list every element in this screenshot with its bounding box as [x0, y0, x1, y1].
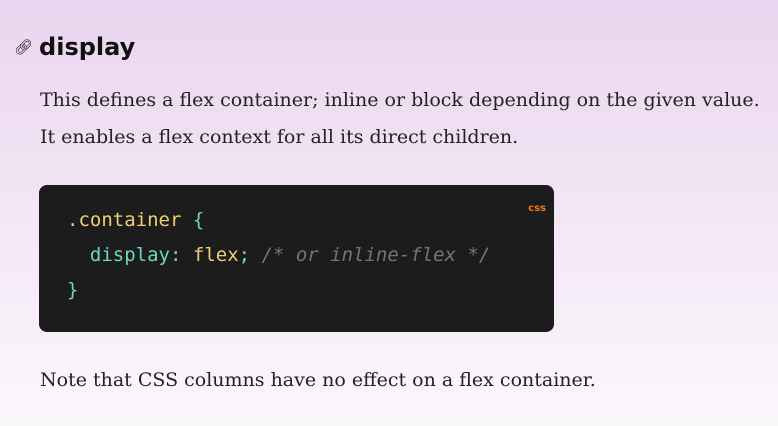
code-value: flex: [192, 244, 239, 266]
description: This defines a flex container; inline or…: [40, 89, 760, 148]
code-block: css .container { display: flex; /* or in…: [39, 185, 554, 332]
code-semicolon: ;: [238, 244, 251, 266]
code-property: display: [89, 244, 170, 266]
section-heading: 🔗︎ display: [14, 33, 135, 61]
language-label: css: [528, 203, 546, 214]
code-lines: .container { display: flex; /* or inline…: [67, 203, 490, 308]
code-comment: /* or inline-flex */: [261, 244, 491, 266]
code-selector: .container: [67, 209, 182, 231]
code-brace: {: [192, 209, 205, 231]
code-brace: }: [67, 279, 79, 301]
heading-text: display: [39, 33, 136, 61]
code-colon: :: [169, 244, 182, 266]
note: Note that CSS columns have no effect on …: [40, 369, 596, 391]
link-icon[interactable]: 🔗︎: [14, 38, 33, 56]
